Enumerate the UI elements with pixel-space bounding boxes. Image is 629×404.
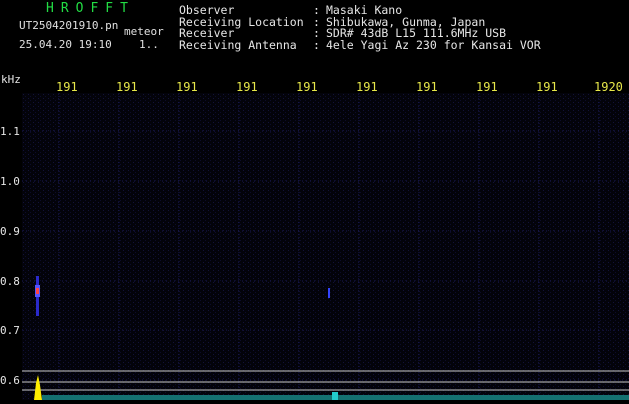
y-tick-label: 1.0 bbox=[0, 175, 20, 188]
x-tick-label: 191 bbox=[476, 80, 498, 94]
date-time: 25.04.20 19:10 bbox=[19, 38, 112, 51]
x-tick-label: 191 bbox=[356, 80, 378, 94]
app-title: HROFFT bbox=[46, 1, 135, 16]
y-tick-label: 1.1 bbox=[0, 125, 20, 138]
y-tick-label: 0.8 bbox=[0, 275, 20, 288]
spectrogram-plot[interactable] bbox=[22, 93, 629, 400]
x-tick-label: 191 bbox=[236, 80, 258, 94]
info-colons: : : : : bbox=[313, 4, 320, 52]
x-tick-label: 191 bbox=[416, 80, 438, 94]
x-tick-label: 191 bbox=[536, 80, 558, 94]
y-tick-label: 0.9 bbox=[0, 225, 20, 238]
info-values: Masaki Kano Shibukawa, Gunma, Japan SDR#… bbox=[326, 4, 541, 52]
x-tick-label: 191 bbox=[176, 80, 198, 94]
file-name: UT2504201910.pn bbox=[19, 19, 119, 32]
noise-floor bbox=[22, 93, 629, 400]
spectrogram-canvas bbox=[22, 93, 629, 400]
y-tick-label: 0.7 bbox=[0, 324, 20, 337]
count-tag: 1.. bbox=[139, 38, 159, 51]
info-labels: Observer Receiving Location Receiver Rec… bbox=[179, 4, 304, 52]
x-tick-label: 191 bbox=[296, 80, 318, 94]
x-tick-label: 191 bbox=[56, 80, 78, 94]
mode-tag: meteor bbox=[124, 25, 164, 38]
frequency-unit-label: kHz bbox=[1, 73, 21, 86]
info-value-antenna: 4ele Yagi Az 230 for Kansai VOR bbox=[326, 37, 541, 52]
info-colon: : bbox=[313, 37, 320, 52]
y-tick-label: 0.6 bbox=[0, 374, 20, 387]
x-tick-label: 191 bbox=[116, 80, 138, 94]
info-label-antenna: Receiving Antenna bbox=[179, 37, 297, 52]
x-tick-label: 1920 bbox=[594, 80, 623, 94]
